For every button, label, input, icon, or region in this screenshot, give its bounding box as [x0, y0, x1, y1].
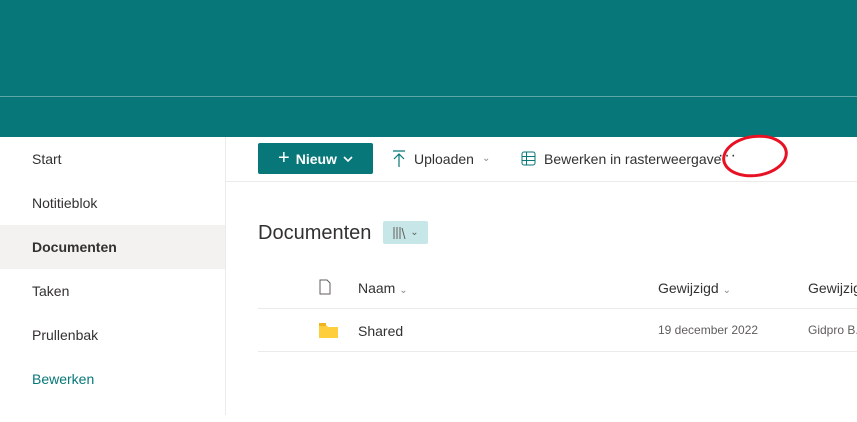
sidebar-edit-link[interactable]: Bewerken — [0, 357, 225, 401]
new-button[interactable]: + Nieuw — [258, 143, 373, 174]
item-modified: 19 december 2022 — [658, 323, 758, 337]
sidebar: Start Notitieblok Documenten Taken Prull… — [0, 137, 226, 415]
sidebar-item-prullenbak[interactable]: Prullenbak — [0, 313, 225, 357]
chevron-down-icon: ⌄ — [723, 285, 731, 296]
sidebar-item-documenten[interactable]: Documenten — [0, 225, 225, 269]
table-row[interactable]: Shared 19 december 2022 Gidpro B. — [258, 309, 857, 352]
grid-icon — [521, 151, 536, 166]
sidebar-item-taken[interactable]: Taken — [0, 269, 225, 313]
header-divider — [0, 96, 857, 97]
table-header: Naam ⌄ Gewijzigd ⌄ Gewijzig — [258, 266, 857, 309]
chevron-down-icon: ⌄ — [399, 285, 407, 296]
plus-icon: + — [278, 147, 290, 170]
column-header-modified-by[interactable]: Gewijzig — [808, 280, 857, 296]
file-type-icon — [319, 279, 331, 295]
library-title: Documenten — [258, 222, 371, 245]
suite-header — [0, 0, 857, 137]
chevron-down-icon — [343, 156, 353, 162]
sidebar-item-notitieblok[interactable]: Notitieblok — [0, 181, 225, 225]
column-name-label: Naam — [358, 280, 395, 296]
grid-edit-button[interactable]: Bewerken in rasterweergave — [521, 143, 721, 174]
new-label: Nieuw — [296, 151, 337, 167]
upload-label: Uploaden — [414, 151, 474, 167]
view-switcher-button[interactable]: ⌄ — [383, 221, 428, 244]
upload-icon — [392, 150, 406, 168]
folder-icon — [319, 323, 338, 338]
grid-edit-label: Bewerken in rasterweergave — [544, 151, 721, 167]
column-header-name[interactable]: Naam ⌄ — [358, 280, 408, 296]
column-header-modified[interactable]: Gewijzigd ⌄ — [658, 280, 731, 296]
column-modified-label: Gewijzigd — [658, 280, 719, 296]
library-icon — [392, 226, 406, 240]
item-modified-by: Gidpro B. — [808, 323, 857, 337]
item-name-link[interactable]: Shared — [358, 323, 403, 339]
upload-button[interactable]: Uploaden ⌄ — [392, 143, 490, 174]
sidebar-item-start[interactable]: Start — [0, 137, 225, 181]
chevron-down-icon: ⌄ — [410, 227, 418, 238]
chevron-down-icon: ⌄ — [482, 153, 490, 164]
